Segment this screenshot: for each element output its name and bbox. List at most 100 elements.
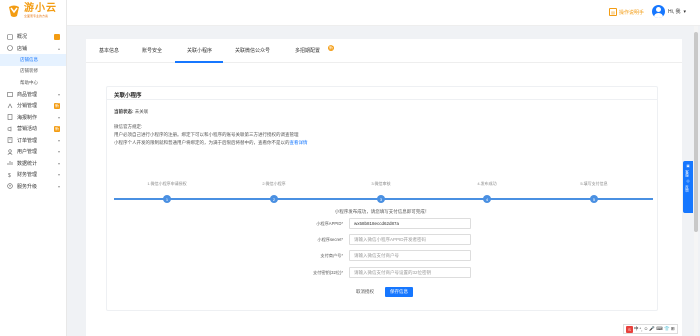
- sidebar-item-label: 财务管理: [17, 172, 38, 179]
- ime-tools-icon[interactable]: ☺ 🎤 ⌨ 👕 ⊞: [644, 326, 675, 332]
- ime-lang[interactable]: 中: [634, 326, 639, 332]
- pay-key-row: 支付密钥(32位)*: [279, 267, 479, 278]
- sidebar-item-upgrade[interactable]: 服务升级 ▾: [0, 181, 66, 193]
- sidebar-subitem-store-info[interactable]: 店铺信息: [0, 54, 66, 66]
- help-manual-button[interactable]: ▤ 操作说明手: [609, 8, 644, 16]
- scrollbar-thumb[interactable]: [694, 32, 698, 232]
- user-icon: [7, 149, 13, 155]
- chevron-down-icon: ▾: [57, 149, 60, 155]
- scrollbar[interactable]: [694, 26, 698, 336]
- stats-icon: [7, 160, 13, 166]
- tab-multi-config[interactable]: 多招期配置: [295, 47, 320, 54]
- sidebar-item-orders[interactable]: 订单管理 ▾: [0, 135, 66, 147]
- sidebar-item-poster[interactable]: 海报制作 ▾: [0, 112, 66, 124]
- chevron-down-icon: ▾: [57, 137, 60, 143]
- feedback-label: 反馈: [685, 185, 690, 192]
- appid-input[interactable]: [349, 218, 471, 229]
- store-icon: [7, 45, 13, 52]
- svg-text:$: $: [8, 173, 11, 178]
- step-dot: 1: [163, 195, 171, 203]
- sidebar-item-label: 分销管理: [17, 103, 38, 110]
- secret-input[interactable]: [349, 234, 471, 245]
- sidebar-item-label: 店铺: [17, 45, 28, 52]
- chevron-down-icon: ▾: [57, 160, 60, 166]
- desc-line-1: 用户必须自己进行小程序的注册。绑定下可以和小程序的账号关联第三方进行授权的调查管…: [114, 132, 299, 137]
- headset-icon: ◎: [686, 179, 690, 183]
- status-row: 当前状态: 未关联: [114, 109, 148, 115]
- sidebar-item-label: 服务升级: [17, 183, 38, 190]
- ime-toolbar[interactable]: S 中 °, ☺ 🎤 ⌨ 👕 ⊞: [623, 324, 678, 334]
- tab-mini-program[interactable]: 关联小程序: [187, 47, 212, 54]
- merchant-id-input[interactable]: [349, 250, 471, 261]
- mini-program-panel: 关联小程序 当前状态: 未关联 微信官方规定: 用户必须自己进行小程序的注册。绑…: [106, 86, 658, 311]
- brand-subtitle: 全面而专业的方案: [24, 14, 49, 18]
- new-badge: 新: [54, 102, 60, 109]
- desc-line-2: 小程序个人开发的限制就和普通用户将绑定的，为满于后限后将替中的，查看你不是以的查…: [114, 140, 308, 146]
- appid-label: 小程序APPID*: [316, 220, 343, 226]
- overview-icon: [7, 33, 13, 40]
- chevron-down-icon: ▾: [683, 8, 687, 15]
- chevron-down-icon: ▾: [57, 91, 60, 97]
- goods-icon: [7, 91, 13, 98]
- ime-punct[interactable]: °,: [640, 327, 643, 332]
- order-icon: [7, 137, 13, 144]
- new-badge: 新: [328, 45, 334, 51]
- sidebar-item-label: 营销活动: [17, 126, 38, 133]
- step-label: 4.发布成功: [477, 181, 497, 186]
- distribution-icon: [7, 103, 13, 109]
- step-label: 1.微信小程序申请授权: [147, 181, 187, 186]
- tab-basic-info[interactable]: 基本信息: [99, 47, 119, 54]
- sidebar-item-finance[interactable]: $ 财务管理 ▾: [0, 169, 66, 181]
- step-label: 2.微信小程序: [262, 181, 286, 186]
- brand-logo[interactable]: 游小云 全面而专业的方案: [0, 0, 66, 22]
- sidebar-nav: 概况 店铺 ▴ 店铺信息 店铺装修 帮助中心 商品管理 ▾ 分销管理 新 海报制…: [0, 31, 66, 192]
- sidebar-item-label: 海报制作: [17, 114, 38, 121]
- avatar: [652, 5, 665, 18]
- desc-line-2-text: 小程序个人开发的限制就和普通用户将绑定的，为满于后限后将替中的，查看你不是以的: [114, 140, 290, 145]
- tab-official-account[interactable]: 关联微信公众号: [235, 47, 270, 54]
- help-manual-label: 操作说明手: [619, 9, 645, 16]
- marketing-icon: [7, 126, 13, 132]
- step-dot: 4: [483, 195, 491, 203]
- merchant-id-label: 支付商户号*: [320, 252, 343, 258]
- sidebar-item-users[interactable]: 用户管理 ▾: [0, 146, 66, 158]
- sidebar-item-label: 订单管理: [17, 137, 38, 144]
- new-badge: 新: [54, 125, 60, 132]
- chevron-down-icon: ▾: [57, 183, 60, 189]
- tab-account-security[interactable]: 账号安全: [142, 47, 162, 54]
- form-notice: 小程序发布成功，请您填写支付信息即可完成！: [334, 209, 430, 214]
- save-info-button[interactable]: 保存信息: [385, 287, 413, 297]
- topbar: ▤ 操作说明手 Hi, 我 ▾: [67, 0, 700, 26]
- cancel-auth-button[interactable]: 取消授权: [351, 287, 379, 297]
- sidebar-item-label: 概况: [17, 34, 28, 41]
- chevron-down-icon: ▾: [57, 172, 60, 178]
- sidebar-subitem-help[interactable]: 帮助中心: [0, 77, 66, 89]
- step-label: 3.微信审核: [371, 181, 391, 186]
- brand-mark-icon: [9, 5, 19, 17]
- sidebar-item-overview[interactable]: 概况: [0, 31, 66, 43]
- sidebar: 游小云 全面而专业的方案 概况 店铺 ▴ 店铺信息 店铺装修 帮助中心 商品管理…: [0, 0, 67, 336]
- pay-key-input[interactable]: [349, 267, 471, 278]
- brand-title: 游小云: [24, 3, 57, 14]
- sidebar-item-goods[interactable]: 商品管理 ▾: [0, 89, 66, 101]
- secret-row: 小程序secret*: [279, 234, 479, 245]
- view-details-link[interactable]: 查看详情: [290, 140, 308, 145]
- sidebar-item-marketing[interactable]: 营销活动 新: [0, 123, 66, 135]
- form-actions: 取消授权 保存信息: [107, 287, 657, 297]
- desc-title: 微信官方规定:: [114, 124, 143, 129]
- sidebar-item-store[interactable]: 店铺 ▴: [0, 43, 66, 55]
- support-float[interactable]: ▣ 客服 ◎ 反馈: [683, 161, 693, 213]
- status-value: 未关联: [134, 109, 149, 114]
- username: Hi, 我: [668, 9, 681, 15]
- sidebar-item-distribution[interactable]: 分销管理 新: [0, 100, 66, 112]
- user-menu[interactable]: Hi, 我 ▾: [652, 5, 686, 18]
- merchant-id-row: 支付商户号*: [279, 250, 479, 261]
- step-dot: 5: [590, 195, 598, 203]
- step-label: 5.填写支付信息: [580, 181, 608, 186]
- chevron-down-icon: ▾: [57, 114, 60, 120]
- sidebar-item-label: 数据统计: [17, 160, 38, 167]
- sidebar-item-stats[interactable]: 数据统计 ▾: [0, 158, 66, 170]
- step-dot: 2: [270, 195, 278, 203]
- sidebar-subitem-store-decor[interactable]: 店铺装修: [0, 66, 66, 78]
- sidebar-item-label: 商品管理: [17, 91, 38, 98]
